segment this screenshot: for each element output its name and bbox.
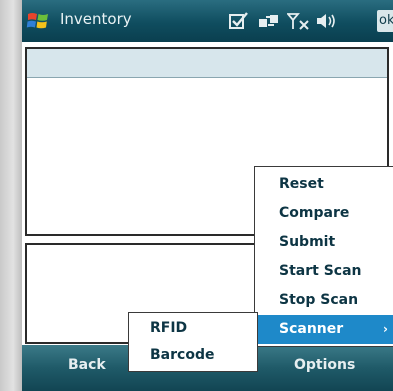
windows-start-icon[interactable]: [26, 9, 50, 33]
submenu-arrow-icon: ›: [383, 322, 388, 336]
menu-item-stop-scan[interactable]: Stop Scan: [255, 286, 393, 315]
scanner-submenu: RFID Barcode: [128, 312, 258, 372]
options-menu: Reset Compare Submit Start Scan Stop Sca…: [254, 166, 393, 347]
back-softkey[interactable]: Back: [68, 357, 106, 373]
menu-item-label: Reset: [279, 176, 324, 192]
signal-off-icon[interactable]: [287, 11, 311, 31]
menu-item-compare[interactable]: Compare: [255, 199, 393, 228]
device-screen: Inventory ok Back Options Reset Compare …: [22, 0, 393, 391]
submenu-item-barcode[interactable]: Barcode: [129, 341, 257, 370]
menu-item-submit[interactable]: Submit: [255, 228, 393, 257]
volume-icon[interactable]: [315, 11, 337, 31]
connectivity-icon[interactable]: [258, 11, 280, 31]
menu-item-reset[interactable]: Reset: [255, 170, 393, 199]
menu-item-label: Submit: [279, 234, 336, 250]
menu-item-scanner[interactable]: Scanner ›: [255, 315, 393, 344]
title-bar: Inventory ok: [22, 0, 393, 42]
notification-checkbox-icon[interactable]: [228, 11, 250, 31]
options-softkey[interactable]: Options: [294, 357, 355, 373]
ok-button[interactable]: ok: [377, 10, 393, 32]
app-title: Inventory: [60, 10, 132, 28]
menu-item-label: Compare: [279, 205, 350, 221]
menu-item-start-scan[interactable]: Start Scan: [255, 257, 393, 286]
list-header: [27, 49, 387, 78]
submenu-item-label: Barcode: [150, 347, 215, 363]
device-bezel: [0, 0, 22, 391]
submenu-item-rfid[interactable]: RFID: [129, 314, 257, 343]
submenu-item-label: RFID: [150, 320, 188, 336]
menu-item-label: Stop Scan: [279, 292, 359, 308]
menu-item-label: Scanner: [279, 321, 344, 337]
menu-item-label: Start Scan: [279, 263, 362, 279]
